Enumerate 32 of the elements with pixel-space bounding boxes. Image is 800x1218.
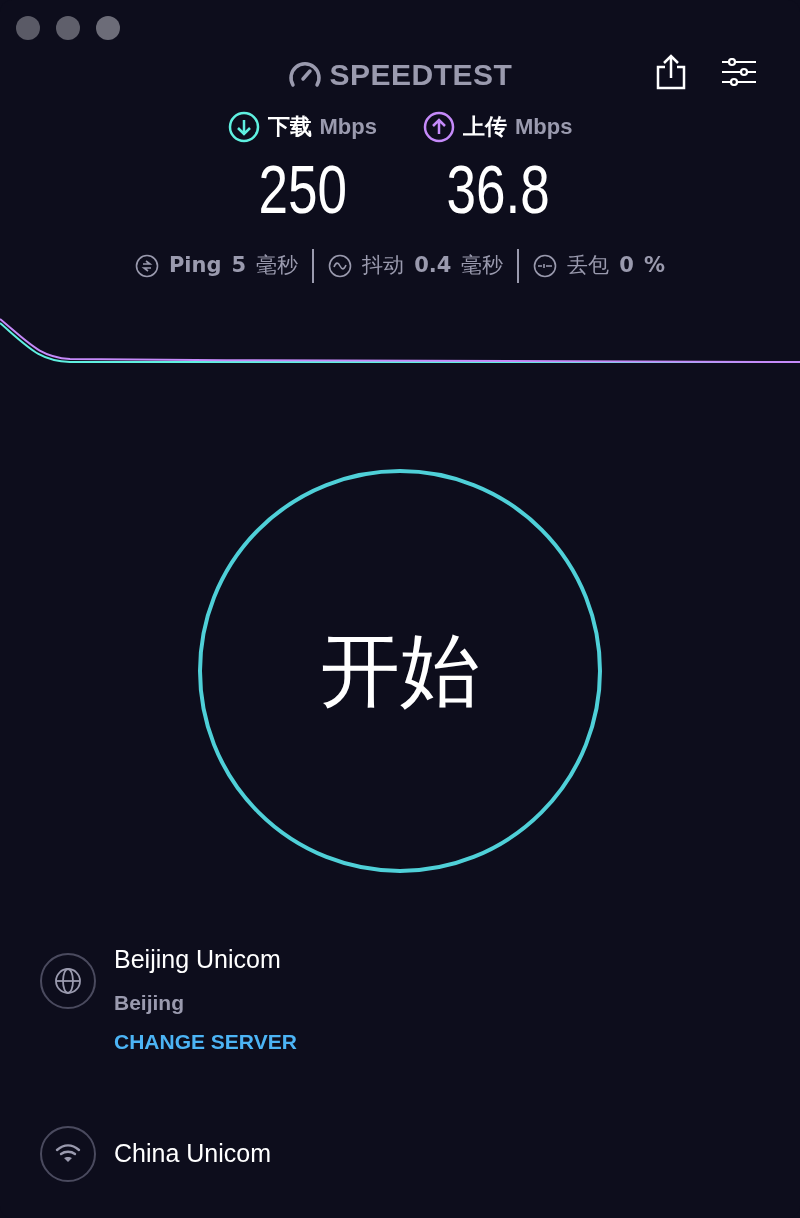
- metric-unit: Mbps: [515, 113, 573, 141]
- gauge-icon: [287, 59, 322, 89]
- share-icon[interactable]: [656, 54, 686, 90]
- settings-icon[interactable]: [722, 58, 756, 86]
- wifi-icon: [40, 1125, 96, 1182]
- ping-icon: [134, 254, 159, 278]
- zoom-button[interactable]: [96, 16, 120, 40]
- stat-value: 5: [231, 252, 247, 280]
- globe-icon: [40, 953, 96, 1009]
- metric-label: 上传: [463, 113, 507, 141]
- stat-unit: 毫秒: [256, 252, 299, 280]
- metric-value: 250: [258, 155, 347, 223]
- metric-value: 36.8: [446, 155, 550, 223]
- minimize-button[interactable]: [56, 16, 80, 40]
- metric-unit: Mbps: [319, 113, 377, 141]
- server-name: Beijing Unicom: [114, 944, 281, 975]
- close-button[interactable]: [16, 16, 40, 40]
- start-button[interactable]: 开始: [198, 469, 602, 873]
- app-logo: SPEEDTEST: [329, 56, 513, 93]
- stat-unit: 毫秒: [461, 252, 504, 280]
- provider-name: China Unicom: [114, 1137, 271, 1169]
- stat-value: 0: [619, 252, 634, 280]
- stat-unit: %: [644, 252, 666, 280]
- wave-icon: [328, 254, 353, 278]
- packet-loss-icon: [533, 254, 558, 278]
- change-server-link[interactable]: CHANGE SERVER: [114, 1026, 297, 1058]
- stat-label: Ping: [168, 252, 222, 280]
- metric-label: 下载: [267, 113, 312, 141]
- stat-label: 丢包: [567, 252, 610, 280]
- stat-value: 0.4: [414, 252, 452, 280]
- server-location: Beijing: [114, 989, 184, 1016]
- stat-label: 抖动: [362, 252, 405, 280]
